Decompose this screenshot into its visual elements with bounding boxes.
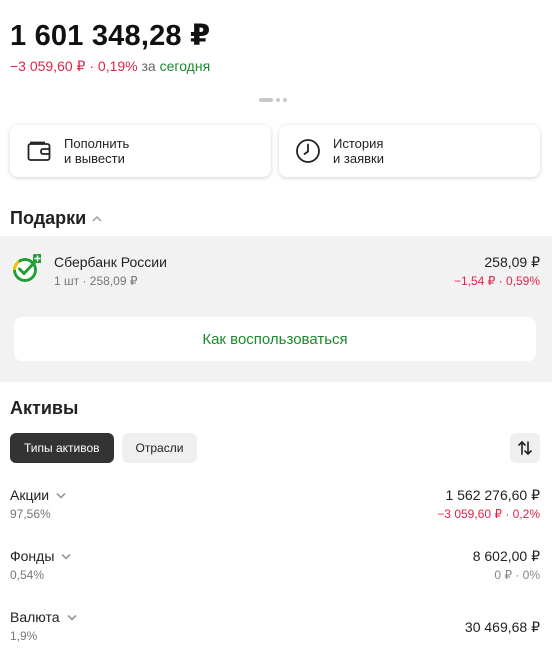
asset-label: Валюта <box>10 609 60 625</box>
wallet-icon <box>26 138 52 164</box>
chevron-down-icon <box>61 553 71 560</box>
asset-row-stocks[interactable]: Акции 97,56% 1 562 276,60 ₽ −3 059,60 ₽ … <box>0 487 552 537</box>
portfolio-change: −3 059,60 ₽ · 0,19% <box>10 58 138 74</box>
history-orders-label: История и заявки <box>333 136 384 166</box>
topup-withdraw-label: Пополнить и вывести <box>64 136 130 166</box>
history-orders-button[interactable]: История и заявки <box>279 125 540 177</box>
sort-arrows-icon <box>516 439 534 457</box>
gift-value: 258,09 ₽ <box>484 254 540 270</box>
gifts-panel: Сбербанк России 1 шт · 258,09 ₽ 258,09 ₽… <box>0 236 552 382</box>
portfolio-balance: 1 601 348,28 ₽ <box>10 20 211 52</box>
pager-dot <box>276 98 280 102</box>
tab-asset-types[interactable]: Типы активов <box>10 433 114 463</box>
asset-name: Акции <box>10 487 66 503</box>
asset-name: Фонды <box>10 548 71 564</box>
carousel-pager[interactable] <box>259 98 287 102</box>
gift-name: Сбербанк России <box>54 254 167 270</box>
asset-share: 97,56% <box>10 507 51 521</box>
chevron-up-icon <box>92 215 102 223</box>
asset-label: Акции <box>10 487 50 503</box>
asset-change: 0 ₽ · 0% <box>494 568 540 582</box>
gifts-title: Подарки <box>10 208 87 228</box>
asset-value: 30 469,68 ₽ <box>464 619 540 635</box>
asset-row-currency[interactable]: Валюта 1,9% 30 469,68 ₽ <box>0 609 552 659</box>
gift-quantity: 1 шт · 258,09 ₽ <box>54 274 138 288</box>
asset-value: 1 562 276,60 ₽ <box>445 487 540 503</box>
asset-label: Фонды <box>10 548 55 564</box>
clock-icon <box>295 138 321 164</box>
asset-row-funds[interactable]: Фонды 0,54% 8 602,00 ₽ 0 ₽ · 0% <box>0 548 552 598</box>
pager-dot <box>283 98 287 102</box>
asset-change: −3 059,60 ₽ · 0,2% <box>437 507 540 521</box>
portfolio-change-word: за <box>141 58 156 74</box>
chevron-down-icon <box>56 492 66 499</box>
chevron-down-icon <box>66 614 77 621</box>
pager-active-indicator <box>259 98 273 102</box>
asset-value: 8 602,00 ₽ <box>472 548 540 564</box>
gift-item[interactable]: Сбербанк России 1 шт · 258,09 ₽ 258,09 ₽… <box>0 236 552 298</box>
asset-name: Валюта <box>10 609 77 625</box>
gifts-section-header[interactable]: Подарки <box>10 208 102 229</box>
sort-button[interactable] <box>510 433 540 463</box>
how-to-use-button[interactable]: Как воспользоваться <box>14 317 536 361</box>
gift-change: −1,54 ₽ · 0,59% <box>453 274 540 288</box>
assets-title: Активы <box>10 398 79 418</box>
portfolio-change-line: −3 059,60 ₽ · 0,19% за сегодня <box>10 58 210 75</box>
sberbank-logo-icon <box>11 254 42 284</box>
period-selector[interactable]: сегодня <box>160 58 211 74</box>
tab-industries[interactable]: Отрасли <box>121 433 198 463</box>
assets-tabs: Типы активов Отрасли <box>10 433 198 463</box>
asset-share: 1,9% <box>10 629 38 643</box>
topup-withdraw-button[interactable]: Пополнить и вывести <box>10 125 271 177</box>
asset-share: 0,54% <box>10 568 45 582</box>
